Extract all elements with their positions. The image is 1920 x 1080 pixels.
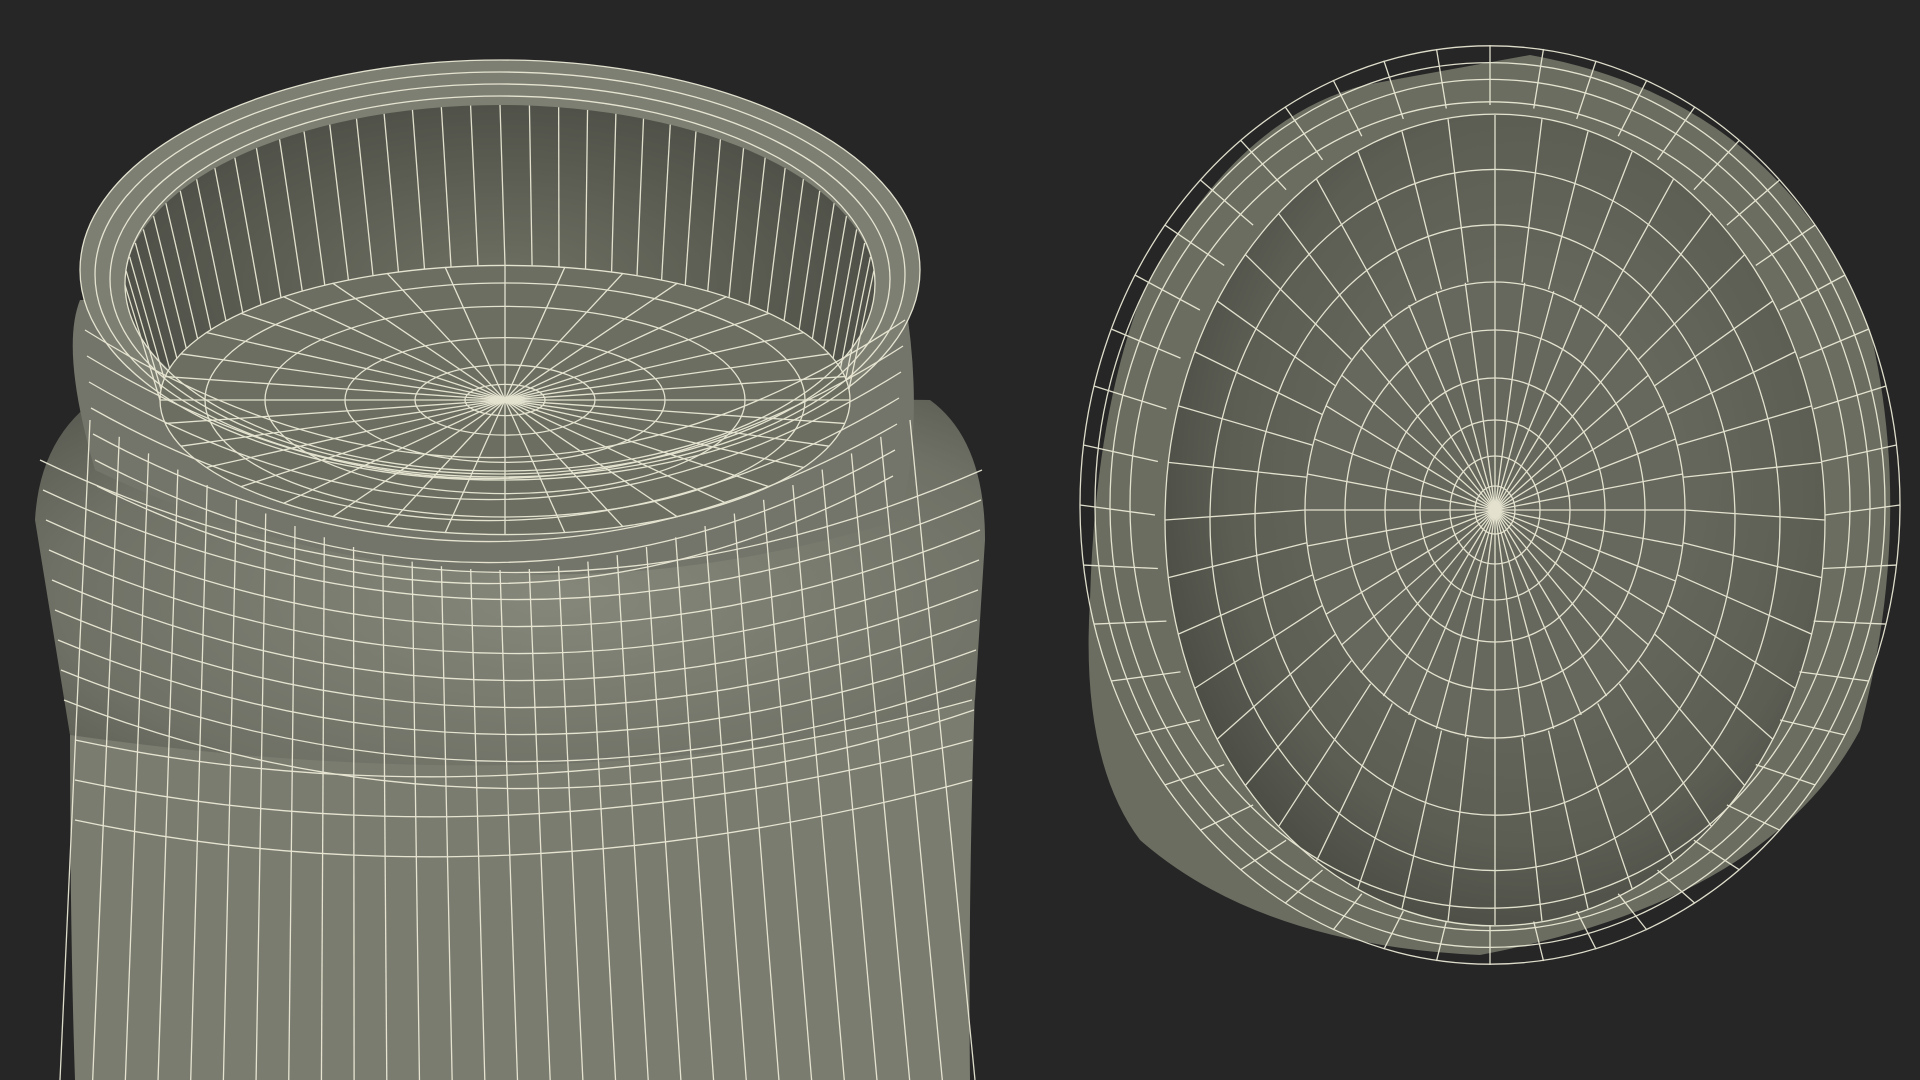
jar-body <box>35 59 985 1080</box>
jar-lid <box>1079 45 1901 965</box>
render-viewport <box>0 0 1920 1080</box>
wireframe-render <box>35 45 1901 1080</box>
jar-body-edge <box>352 547 355 1080</box>
